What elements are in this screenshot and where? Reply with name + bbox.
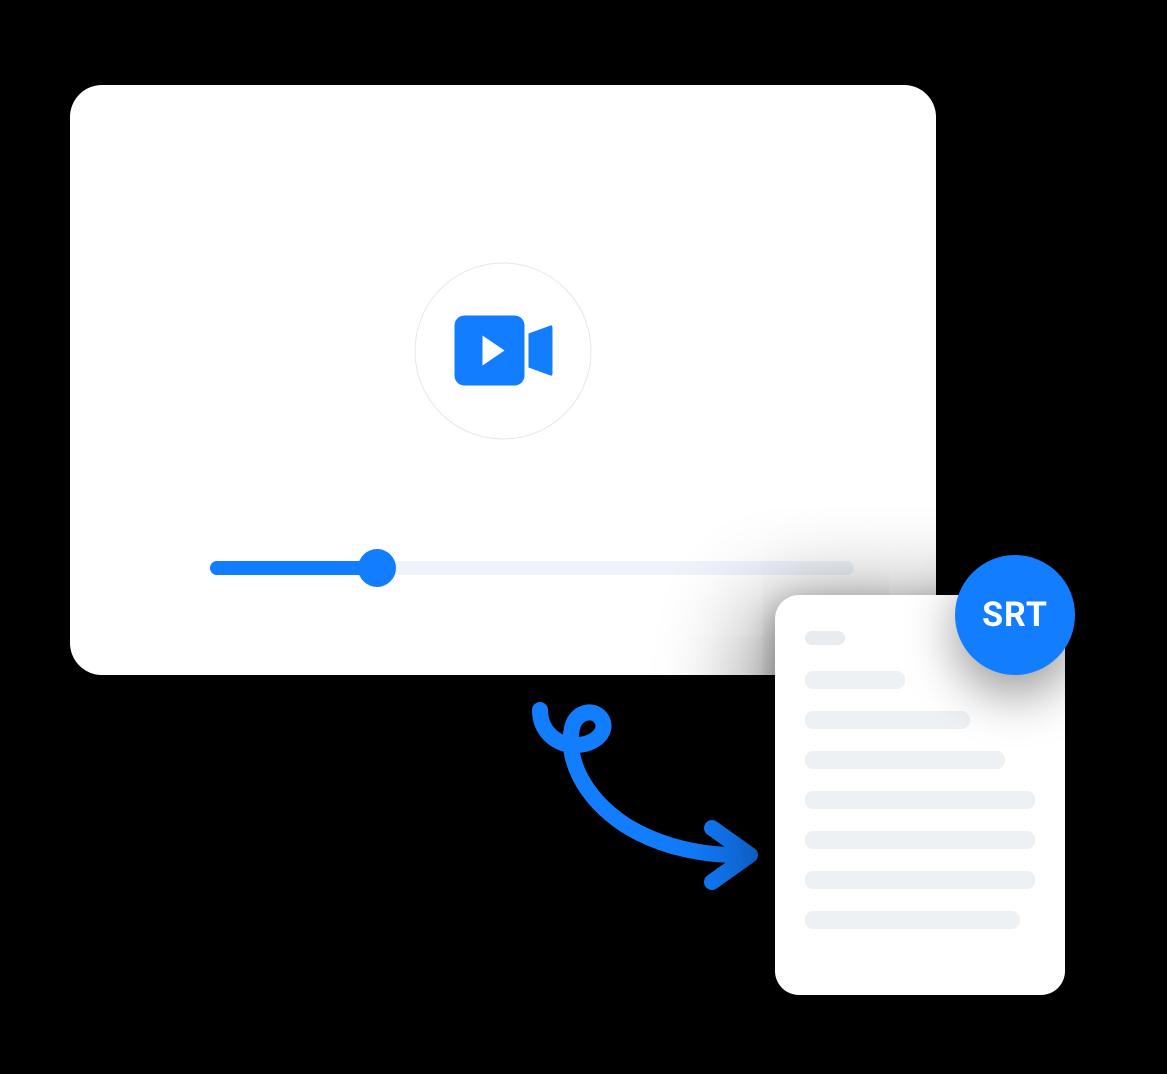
video-camera-icon	[454, 316, 552, 386]
video-player-card	[70, 85, 936, 675]
progress-fill	[210, 561, 377, 575]
doc-line	[805, 751, 1005, 769]
doc-line	[805, 711, 970, 729]
doc-line	[805, 831, 1035, 849]
play-button[interactable]	[415, 262, 592, 439]
progress-thumb[interactable]	[358, 549, 396, 587]
curved-arrow-icon	[480, 700, 770, 900]
doc-line	[805, 631, 845, 645]
srt-badge-label: SRT	[982, 595, 1048, 635]
srt-badge: SRT	[955, 555, 1075, 675]
doc-line	[805, 671, 905, 689]
diagram-stage: SRT	[0, 0, 1167, 1074]
doc-line	[805, 871, 1035, 889]
doc-line	[805, 911, 1020, 929]
doc-line	[805, 791, 1035, 809]
progress-track[interactable]	[210, 561, 854, 575]
